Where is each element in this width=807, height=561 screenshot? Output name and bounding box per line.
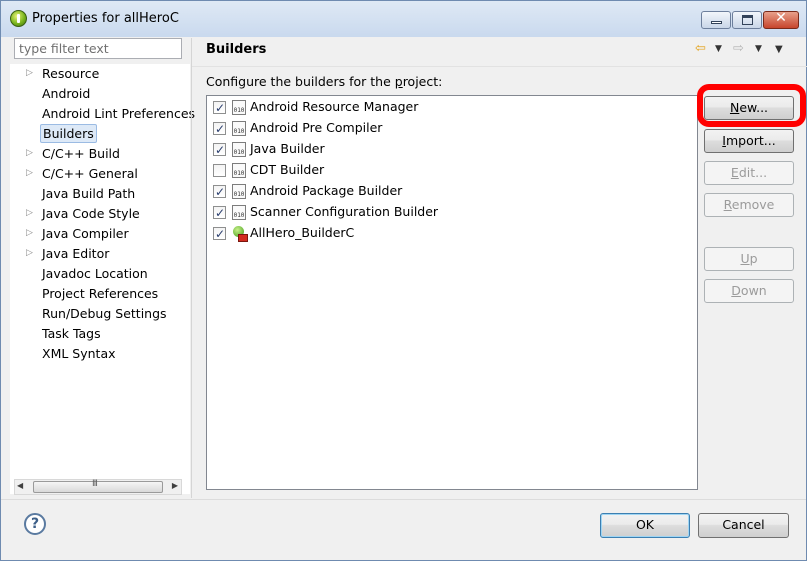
maximize-button[interactable]	[732, 11, 762, 29]
builder-010-icon: 010	[232, 184, 246, 199]
scrollbar-grip: III	[92, 479, 98, 489]
filter-input[interactable]	[14, 38, 182, 59]
builder-checkbox[interactable]	[213, 203, 226, 223]
builder-checkbox[interactable]	[213, 98, 226, 118]
properties-dialog: Properties for allHeroC ✕ ▷ Resource Andro…	[0, 0, 807, 561]
footer-separator	[1, 499, 806, 500]
up-button[interactable]: Up	[704, 247, 794, 271]
builder-name: Java Builder	[250, 141, 325, 156]
builder-010-icon: 010	[232, 100, 246, 115]
minimize-icon	[711, 21, 722, 24]
tree-item-label: Run/Debug Settings	[42, 306, 167, 321]
highlight-annotation-ring	[697, 84, 806, 127]
edit-button[interactable]: Edit...	[704, 161, 794, 185]
forward-arrow-icon[interactable]: ⇨	[733, 41, 744, 56]
tree-item-label: Java Compiler	[42, 226, 129, 241]
expand-arrow-icon[interactable]: ▷	[26, 64, 34, 83]
title-bar[interactable]: Properties for allHeroC ✕	[1, 1, 806, 37]
maximize-icon	[742, 15, 753, 25]
builders-list: 010 Android Resource Manager 010 Android Pr…	[206, 95, 698, 490]
builder-checkbox[interactable]	[213, 224, 226, 244]
tree-item-label: Project References	[42, 286, 159, 301]
builders-description: Configure the builders for the project:	[206, 74, 443, 89]
builder-name: AllHero_BuilderC	[250, 225, 355, 240]
page-navigation: ⇦ ▼ ⇨ ▼ ▼	[695, 41, 795, 57]
builder-name: Android Package Builder	[250, 183, 403, 198]
builder-name: Android Pre Compiler	[250, 120, 383, 135]
tree-item-label: Task Tags	[42, 326, 101, 341]
expand-arrow-icon[interactable]: ▷	[26, 224, 34, 243]
close-icon: ✕	[775, 10, 787, 26]
expand-arrow-icon[interactable]: ▷	[26, 164, 34, 183]
builder-name: Scanner Configuration Builder	[250, 204, 439, 219]
tree-item-label: Java Build Path	[42, 186, 136, 201]
view-menu-icon[interactable]: ▼	[775, 44, 783, 55]
header-separator	[192, 66, 807, 67]
expand-arrow-icon[interactable]: ▷	[26, 204, 34, 223]
builder-checkbox[interactable]	[213, 164, 226, 177]
back-dropdown-icon[interactable]: ▼	[715, 44, 722, 54]
cancel-button[interactable]: Cancel	[698, 513, 789, 538]
builder-checkbox[interactable]	[213, 140, 226, 160]
builder-010-icon: 010	[232, 205, 246, 220]
forward-dropdown-icon[interactable]: ▼	[755, 44, 762, 54]
builder-010-icon: 010	[232, 142, 246, 157]
builder-name: CDT Builder	[250, 162, 325, 177]
external-tool-builder-icon	[232, 226, 248, 242]
window-title: Properties for allHeroC	[32, 11, 179, 26]
expand-arrow-icon[interactable]: ▷	[26, 144, 34, 163]
back-arrow-icon[interactable]: ⇦	[695, 41, 706, 56]
tree-item-label: C/C++ General	[42, 166, 138, 181]
tree-item-label: Java Code Style	[42, 206, 140, 221]
import-button[interactable]: Import...	[704, 129, 794, 153]
down-button[interactable]: Down	[704, 279, 794, 303]
tree-item-label: Builders	[40, 124, 97, 143]
builder-checkbox[interactable]	[213, 119, 226, 139]
scrollbar-thumb[interactable]: III	[33, 479, 163, 493]
scroll-left-arrow-icon[interactable]: ◀	[17, 481, 23, 490]
scroll-right-arrow-icon[interactable]: ▶	[172, 481, 178, 490]
property-pages-tree: ▷ Resource Android Android Lint Preferences…	[10, 64, 195, 494]
tree-item-label: Resource	[42, 66, 100, 81]
tree-item-label: Javadoc Location	[42, 266, 148, 281]
expand-arrow-icon[interactable]: ▷	[26, 244, 34, 263]
eclipse-app-icon	[10, 10, 27, 27]
minimize-button[interactable]	[701, 11, 731, 29]
close-button[interactable]: ✕	[763, 10, 799, 29]
ok-button[interactable]: OK	[600, 513, 690, 538]
builder-name: Android Resource Manager	[250, 99, 419, 114]
panel-splitter[interactable]	[191, 38, 192, 498]
remove-button[interactable]: Remove	[704, 193, 794, 217]
tree-item-label: XML Syntax	[42, 346, 116, 361]
builder-010-icon: 010	[232, 121, 246, 136]
help-icon[interactable]: ?	[24, 513, 46, 535]
tree-item-label: Android Lint Preferences	[42, 106, 196, 121]
builder-checkbox[interactable]	[213, 182, 226, 202]
tree-item-label: Java Editor	[42, 246, 110, 261]
tree-horizontal-scrollbar[interactable]: ◀ III ▶	[14, 479, 182, 495]
tree-item-label: Android	[42, 86, 91, 101]
builder-010-icon: 010	[232, 163, 246, 178]
page-title: Builders	[206, 42, 267, 57]
tree-item-label: C/C++ Build	[42, 146, 120, 161]
